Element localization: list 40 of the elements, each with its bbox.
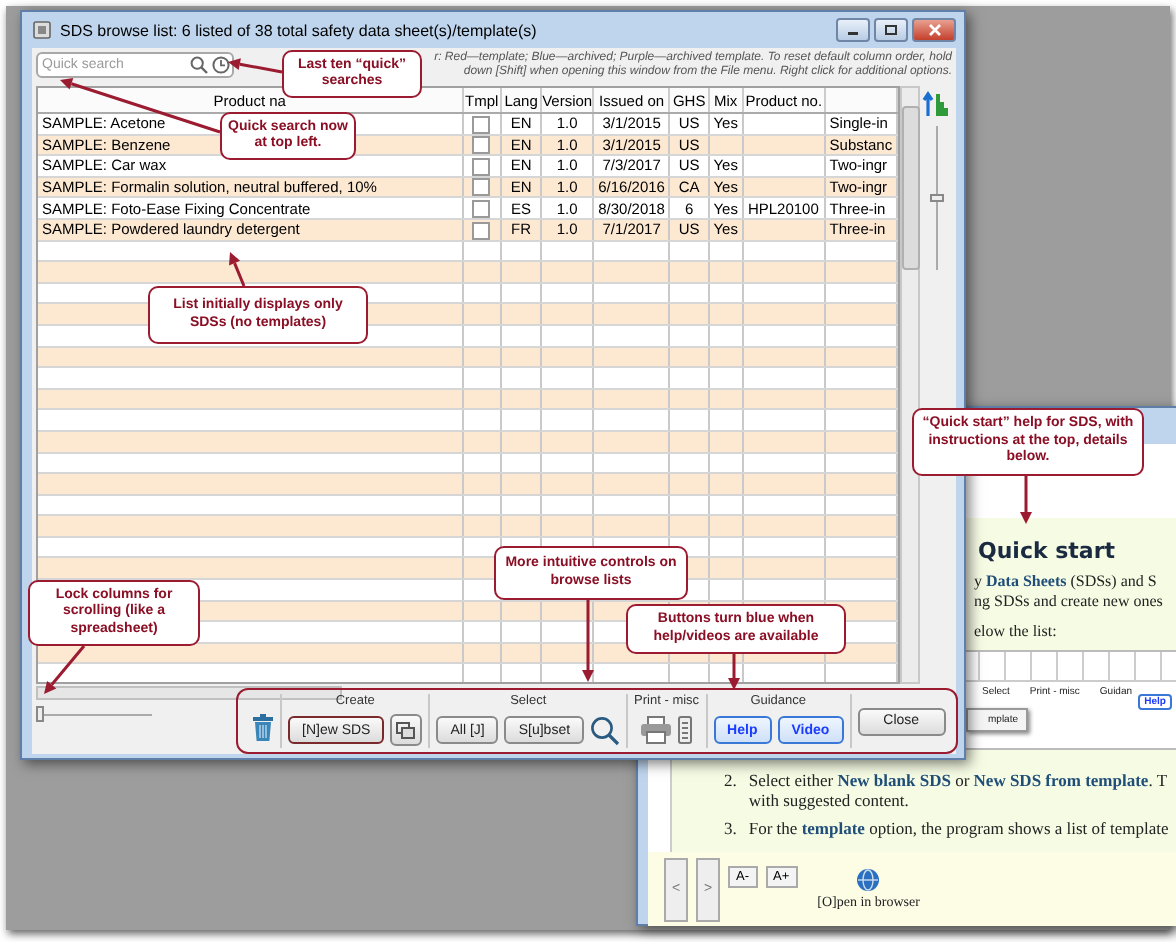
search-icon[interactable] xyxy=(190,56,208,74)
callout-arrow xyxy=(582,600,594,682)
printer-icon[interactable] xyxy=(640,716,673,744)
help-text: elow the list: xyxy=(974,622,1059,642)
checkbox[interactable] xyxy=(472,199,491,217)
checkbox[interactable] xyxy=(472,157,491,175)
help-heading: Quick start xyxy=(978,538,1118,564)
step-text: Select either New blank SDS or New SDS from template. T xyxy=(748,770,1168,790)
history-icon[interactable] xyxy=(212,56,230,74)
vertical-scrollbar[interactable] xyxy=(900,86,921,684)
step-number: 3. xyxy=(724,818,737,838)
step-text: For the template option, the program shows a list of template xyxy=(748,818,1169,838)
callout-arrow xyxy=(228,58,283,74)
copy-button[interactable] xyxy=(390,714,423,746)
copy-icon xyxy=(396,721,417,739)
list-icon[interactable] xyxy=(678,716,693,744)
checkbox[interactable] xyxy=(472,136,491,154)
callout-arrow xyxy=(229,252,246,287)
slider-thumb[interactable] xyxy=(929,194,944,202)
checkbox[interactable] xyxy=(472,178,491,196)
step-text: with suggested content. xyxy=(748,790,911,810)
maximize-icon xyxy=(884,24,898,36)
lock-columns-slider[interactable] xyxy=(36,706,44,722)
globe-icon[interactable] xyxy=(856,868,881,892)
help-text: ng SDSs and create new ones xyxy=(974,592,1165,612)
close-icon xyxy=(927,24,941,36)
maximize-button[interactable] xyxy=(874,18,908,42)
close-button[interactable] xyxy=(912,18,956,42)
sort-icon[interactable] xyxy=(922,90,951,118)
window-title: SDS browse list: 6 listed of 38 total safety data sheet(s)/template(s) xyxy=(60,21,537,39)
help-text: y Data Sheets (SDSs) and S xyxy=(974,572,1159,592)
trash-icon[interactable] xyxy=(252,714,274,742)
callout-arrow xyxy=(44,645,86,694)
search-icon[interactable] xyxy=(590,715,621,745)
app-icon xyxy=(32,20,52,40)
checkbox[interactable] xyxy=(472,221,491,239)
checkbox[interactable] xyxy=(472,115,491,133)
callout-arrow xyxy=(1020,476,1032,524)
minimize-button[interactable] xyxy=(836,18,870,42)
step-number: 2. xyxy=(724,770,737,794)
